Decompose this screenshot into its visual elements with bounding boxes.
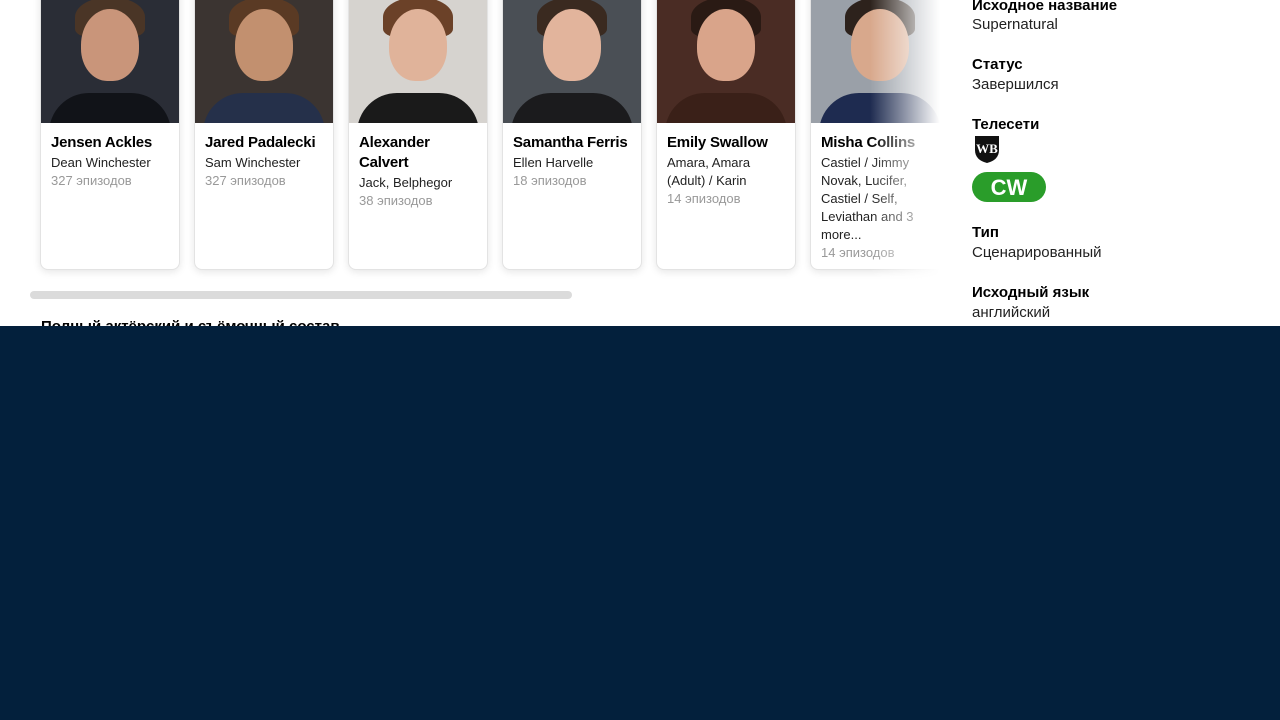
character-name: Amara, Amara (Adult) / Karin [667, 155, 751, 188]
actor-photo[interactable] [41, 0, 179, 123]
original-title-label: Исходное название [972, 0, 1118, 14]
cast-card[interactable]: Alexander Calvert Jack, Belphegor 38 эпи… [348, 0, 488, 270]
cast-card[interactable]: Jared Padalecki Sam Winchester 327 эпизо… [194, 0, 334, 270]
type-label: Тип [972, 224, 999, 241]
episode-count: 18 эпизодов [513, 173, 587, 188]
episode-count: 38 эпизодов [359, 193, 433, 208]
actor-photo[interactable] [195, 0, 333, 123]
wb-logo-icon[interactable]: WB [972, 134, 1002, 164]
episode-count: 14 эпизодов [667, 191, 741, 206]
actor-photo[interactable] [657, 0, 795, 123]
status-label: Статус [972, 56, 1023, 73]
language-value: английский [972, 304, 1051, 321]
episode-count: 327 эпизодов [205, 173, 286, 188]
horizontal-scrollbar[interactable] [30, 291, 572, 299]
actor-photo[interactable] [349, 0, 487, 123]
cast-card[interactable]: Emily Swallow Amara, Amara (Adult) / Kar… [656, 0, 796, 270]
cast-card[interactable]: Jensen Ackles Dean Winchester 327 эпизод… [40, 0, 180, 270]
svg-text:CW: CW [991, 175, 1028, 200]
actor-name[interactable]: Jensen Ackles [51, 133, 169, 153]
cast-scroller[interactable]: Jensen Ackles Dean Winchester 327 эпизод… [30, 0, 940, 326]
episode-count: 327 эпизодов [51, 173, 132, 188]
actor-name[interactable]: Samantha Ferris [513, 133, 631, 153]
type-value: Сценарированный [972, 244, 1102, 261]
actor-name[interactable]: Alexander Calvert [359, 133, 477, 173]
character-name: Sam Winchester [205, 155, 301, 170]
full-cast-heading[interactable]: Полный актёрский и съёмочный состав [41, 318, 340, 326]
status-value: Завершился [972, 76, 1059, 93]
character-name: Dean Winchester [51, 155, 151, 170]
actor-photo[interactable] [503, 0, 641, 123]
cw-logo-icon[interactable]: CW [972, 172, 1046, 202]
episode-count: 14 эпизодов [821, 245, 895, 260]
content-area: Jensen Ackles Dean Winchester 327 эпизод… [0, 0, 1280, 326]
actor-photo[interactable] [811, 0, 940, 123]
character-name: Jack, Belphegor [359, 175, 453, 190]
character-name: Castiel / Jimmy Novak, Lucifer, Castiel … [821, 155, 914, 242]
networks-label: Телесети [972, 116, 1040, 133]
actor-name[interactable]: Emily Swallow [667, 133, 785, 153]
actor-name[interactable]: Jared Padalecki [205, 133, 323, 153]
actor-name[interactable]: Misha Collins [821, 133, 939, 153]
character-name: Ellen Harvelle [513, 155, 594, 170]
cast-card[interactable]: Samantha Ferris Ellen Harvelle 18 эпизод… [502, 0, 642, 270]
cast-card[interactable]: Misha Collins Castiel / Jimmy Novak, Luc… [810, 0, 940, 270]
language-label: Исходный язык [972, 284, 1090, 301]
original-title-value: Supernatural [972, 16, 1058, 33]
svg-text:WB: WB [976, 141, 998, 156]
